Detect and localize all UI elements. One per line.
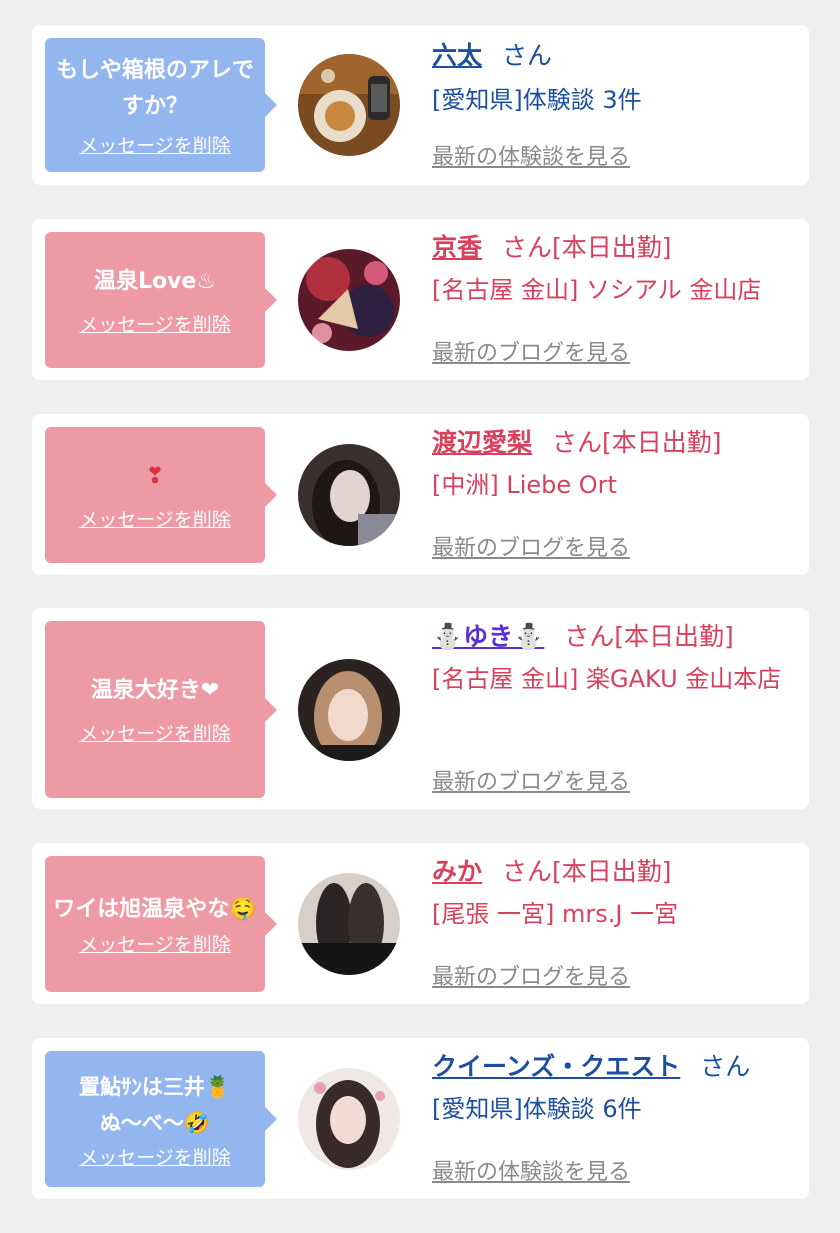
avatar[interactable] xyxy=(298,444,400,546)
honorific: さん xyxy=(700,1052,751,1081)
avatar[interactable] xyxy=(298,659,400,761)
shop-name: [名古屋 金山] 楽GAKU 金山本店 xyxy=(432,665,782,693)
list-item: 温泉Love♨ メッセージを削除 京香 さん[本日出勤] [名古屋 金山] ソシア… xyxy=(32,219,809,380)
message-bubble: もしや箱根のアレですか？ メッセージを削除 xyxy=(45,38,277,172)
delete-message-link[interactable]: メッセージを削除 xyxy=(79,131,231,158)
honorific: さん xyxy=(502,41,553,70)
latest-blog-link[interactable]: 最新のブログを見る xyxy=(432,530,630,562)
region-review-count: [愛知県]体験談 6件 xyxy=(432,1095,642,1123)
latest-reviews-link[interactable]: 最新の体験談を見る xyxy=(432,139,630,171)
status-badge: [本日出勤] xyxy=(614,622,734,651)
profile-info: 京香 さん[本日出勤] [名古屋 金山] ソシアル 金山店 最新のブログを見る xyxy=(432,231,795,366)
latest-blog-link[interactable]: 最新のブログを見る xyxy=(432,764,630,796)
profile-info: ⛄ゆき⛄ さん[本日出勤] [名古屋 金山] 楽GAKU 金山本店 最新のブログを… xyxy=(432,620,795,795)
shop-name: [中洲] Liebe Ort xyxy=(432,471,617,499)
message-bubble: 温泉大好き❤ メッセージを削除 xyxy=(45,621,277,798)
status-badge: [本日出勤] xyxy=(602,428,722,457)
message-bubble: 置鮎ｻﾝは三井🍍ぬ〜べ〜🤣 メッセージを削除 xyxy=(45,1051,277,1187)
latest-blog-link[interactable]: 最新のブログを見る xyxy=(432,959,630,991)
list-item: 温泉大好き❤ メッセージを削除 ⛄ゆき⛄ さん[本日出勤] [名古屋 金山] 楽G… xyxy=(32,608,809,809)
list-item: ワイは旭温泉やな🤤 メッセージを削除 みか さん[本日出勤] [尾張 一宮] mr… xyxy=(32,843,809,1004)
avatar[interactable] xyxy=(298,1068,400,1170)
message-bubble: 温泉Love♨ メッセージを削除 xyxy=(45,232,277,368)
message-text: ワイは旭温泉やな🤤 xyxy=(53,896,257,922)
profile-info: みか さん[本日出勤] [尾張 一宮] mrs.J 一宮 最新のブログを見る xyxy=(432,855,795,990)
avatar[interactable] xyxy=(298,54,400,156)
delete-message-link[interactable]: メッセージを削除 xyxy=(79,505,231,532)
profile-name-link[interactable]: 渡辺愛梨 xyxy=(432,428,532,457)
favorites-list: もしや箱根のアレですか？ メッセージを削除 六太 さん [愛知県]体験談 3件 最… xyxy=(0,0,840,1233)
region-review-count: [愛知県]体験談 3件 xyxy=(432,86,642,114)
profile-name-link[interactable]: ⛄ゆき⛄ xyxy=(432,622,544,651)
latest-blog-link[interactable]: 最新のブログを見る xyxy=(432,335,630,367)
delete-message-link[interactable]: メッセージを削除 xyxy=(79,930,231,957)
message-bubble: ❣ メッセージを削除 xyxy=(45,427,277,563)
profile-name-link[interactable]: クイーンズ・クエスト xyxy=(432,1052,680,1081)
list-item: ❣ メッセージを削除 渡辺愛梨 さん[本日出勤] [中洲] Liebe Ort 最… xyxy=(32,414,809,575)
honorific: さん xyxy=(502,233,553,262)
latest-reviews-link[interactable]: 最新の体験談を見る xyxy=(432,1154,630,1186)
message-text: 温泉Love♨ xyxy=(93,268,217,294)
message-text: 温泉大好き❤ xyxy=(90,678,220,703)
status-badge: [本日出勤] xyxy=(552,233,672,262)
message-text: ❣ xyxy=(145,463,165,489)
profile-info: 六太 さん [愛知県]体験談 3件 最新の体験談を見る xyxy=(432,39,795,170)
message-text: 置鮎ｻﾝは三井🍍ぬ〜べ〜🤣 xyxy=(78,1074,232,1135)
profile-name-link[interactable]: みか xyxy=(432,857,482,886)
shop-name: [名古屋 金山] ソシアル 金山店 xyxy=(432,276,762,304)
avatar[interactable] xyxy=(298,249,400,351)
honorific: さん xyxy=(552,428,603,457)
profile-name-link[interactable]: 六太 xyxy=(432,41,482,70)
delete-message-link[interactable]: メッセージを削除 xyxy=(79,310,231,337)
profile-info: 渡辺愛梨 さん[本日出勤] [中洲] Liebe Ort 最新のブログを見る xyxy=(432,426,795,561)
honorific: さん xyxy=(564,622,615,651)
message-text: もしや箱根のアレですか？ xyxy=(56,57,254,119)
profile-info: クイーンズ・クエスト さん [愛知県]体験談 6件 最新の体験談を見る xyxy=(432,1050,795,1185)
status-badge: [本日出勤] xyxy=(552,857,672,886)
message-bubble: ワイは旭温泉やな🤤 メッセージを削除 xyxy=(45,856,277,992)
avatar[interactable] xyxy=(298,873,400,975)
shop-name: [尾張 一宮] mrs.J 一宮 xyxy=(432,900,679,928)
delete-message-link[interactable]: メッセージを削除 xyxy=(79,719,231,746)
list-item: 置鮎ｻﾝは三井🍍ぬ〜べ〜🤣 メッセージを削除 クイーンズ・クエスト さん [愛知県… xyxy=(32,1038,809,1199)
honorific: さん xyxy=(502,857,553,886)
delete-message-link[interactable]: メッセージを削除 xyxy=(79,1143,231,1170)
profile-name-link[interactable]: 京香 xyxy=(432,233,482,262)
list-item: もしや箱根のアレですか？ メッセージを削除 六太 さん [愛知県]体験談 3件 最… xyxy=(32,25,809,185)
